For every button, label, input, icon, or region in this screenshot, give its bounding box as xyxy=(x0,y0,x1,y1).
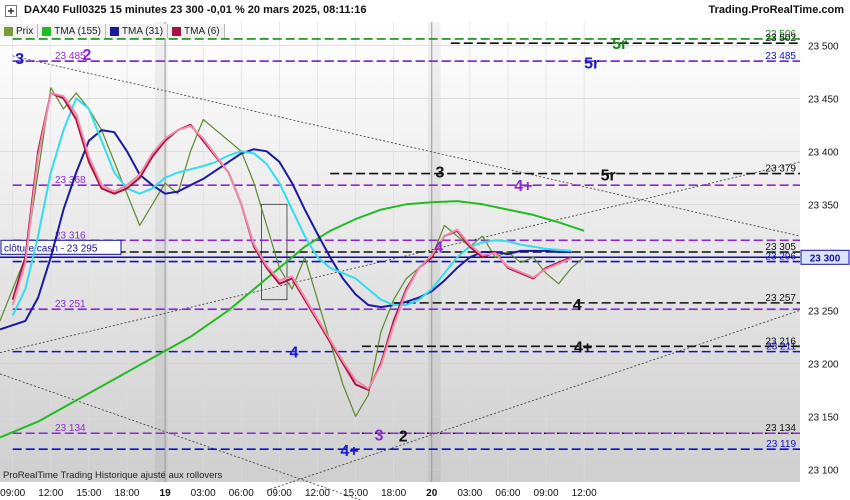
x-tick-label: 20 xyxy=(426,488,438,499)
x-tick-label: 19 xyxy=(160,488,172,499)
y-tick-label: 23 150 xyxy=(808,412,839,423)
x-tick-label: 03:00 xyxy=(457,488,482,499)
y-tick-label: 23 200 xyxy=(808,359,839,370)
wave-label: 2 xyxy=(399,428,408,445)
x-tick-label: 12:00 xyxy=(38,488,63,499)
legend-swatch xyxy=(172,26,182,36)
wave-label: 4+ xyxy=(514,178,532,195)
x-tick-label: 12:00 xyxy=(305,488,330,499)
legend-item-prix[interactable]: Prix xyxy=(0,24,39,38)
current-price-label: 23 300 xyxy=(810,253,841,264)
x-tick-label: 06:00 xyxy=(229,488,254,499)
wave-label: 5r xyxy=(601,168,616,185)
x-tick-label: 09:00 xyxy=(0,488,25,499)
wave-label: 3 xyxy=(436,164,445,181)
legend-item-tma155[interactable]: TMA (155) xyxy=(38,24,106,38)
price-level-label: 23 316 xyxy=(55,230,86,241)
wave-label: 2 xyxy=(83,47,92,64)
legend-swatch xyxy=(109,26,119,36)
price-level-label: 23 257 xyxy=(765,293,796,304)
x-tick-label: 09:00 xyxy=(267,488,292,499)
legend-label: TMA (155) xyxy=(54,25,101,37)
wave-label: 4 xyxy=(573,297,582,314)
legend-item-tma6[interactable]: TMA (6) xyxy=(168,24,225,38)
x-tick-label: 03:00 xyxy=(191,488,216,499)
price-chart[interactable]: 23 50623 50223 48523 48523 37923 36823 3… xyxy=(0,0,850,500)
price-level-label: 23 379 xyxy=(765,164,796,175)
chart-header: DAX40 Full0325 15 minutes 23 300 -0,01 %… xyxy=(0,0,850,22)
legend-label: Prix xyxy=(16,25,34,37)
legend-swatch xyxy=(42,26,52,36)
y-tick-label: 23 350 xyxy=(808,200,839,211)
wave-label: 4+ xyxy=(340,443,358,460)
chart-title: DAX40 Full0325 15 minutes 23 300 -0,01 %… xyxy=(24,4,367,16)
close-cash-label: clôture cash - 23 295 xyxy=(4,243,98,254)
y-tick-label: 23 400 xyxy=(808,147,839,158)
price-level-label: 23 211 xyxy=(766,342,796,353)
wave-label: 5r xyxy=(584,55,599,72)
legend: Prix TMA (155) TMA (31) TMA (6) xyxy=(0,24,225,38)
wave-label: 3 xyxy=(375,427,384,444)
price-level-label: 23 485 xyxy=(55,51,86,62)
wave-label: 4+ xyxy=(574,339,592,356)
price-level-label: 23 251 xyxy=(55,299,86,310)
legend-label: TMA (6) xyxy=(184,25,220,37)
price-level-label: 23 134 xyxy=(55,423,86,434)
legend-swatch xyxy=(4,26,13,36)
x-tick-label: 09:00 xyxy=(534,488,559,499)
x-tick-label: 18:00 xyxy=(114,488,139,499)
chart-background xyxy=(0,0,850,500)
y-tick-label: 23 250 xyxy=(808,306,839,317)
price-level-label: 23 119 xyxy=(766,439,796,450)
expand-icon[interactable] xyxy=(5,5,17,17)
x-tick-label: 18:00 xyxy=(381,488,406,499)
x-tick-label: 15:00 xyxy=(343,488,368,499)
legend-item-tma31[interactable]: TMA (31) xyxy=(105,24,169,38)
wave-label: 4 xyxy=(434,240,443,257)
y-tick-label: 23 100 xyxy=(808,465,839,476)
legend-label: TMA (31) xyxy=(121,25,164,37)
wave-label: 3 xyxy=(15,51,24,68)
y-tick-label: 23 450 xyxy=(808,94,839,105)
wave-label: 5r xyxy=(612,36,627,53)
y-tick-label: 23 500 xyxy=(808,41,839,52)
x-tick-label: 15:00 xyxy=(76,488,101,499)
x-tick-label: 06:00 xyxy=(495,488,520,499)
site-name[interactable]: Trading.ProRealTime.com xyxy=(708,4,844,16)
wave-label: 4 xyxy=(290,345,299,362)
x-tick-label: 12:00 xyxy=(572,488,597,499)
price-level-label: 23 502 xyxy=(765,33,796,44)
footer-note: ProRealTime Trading Historique ajusté au… xyxy=(3,470,223,481)
price-level-label: 23 368 xyxy=(55,175,86,186)
